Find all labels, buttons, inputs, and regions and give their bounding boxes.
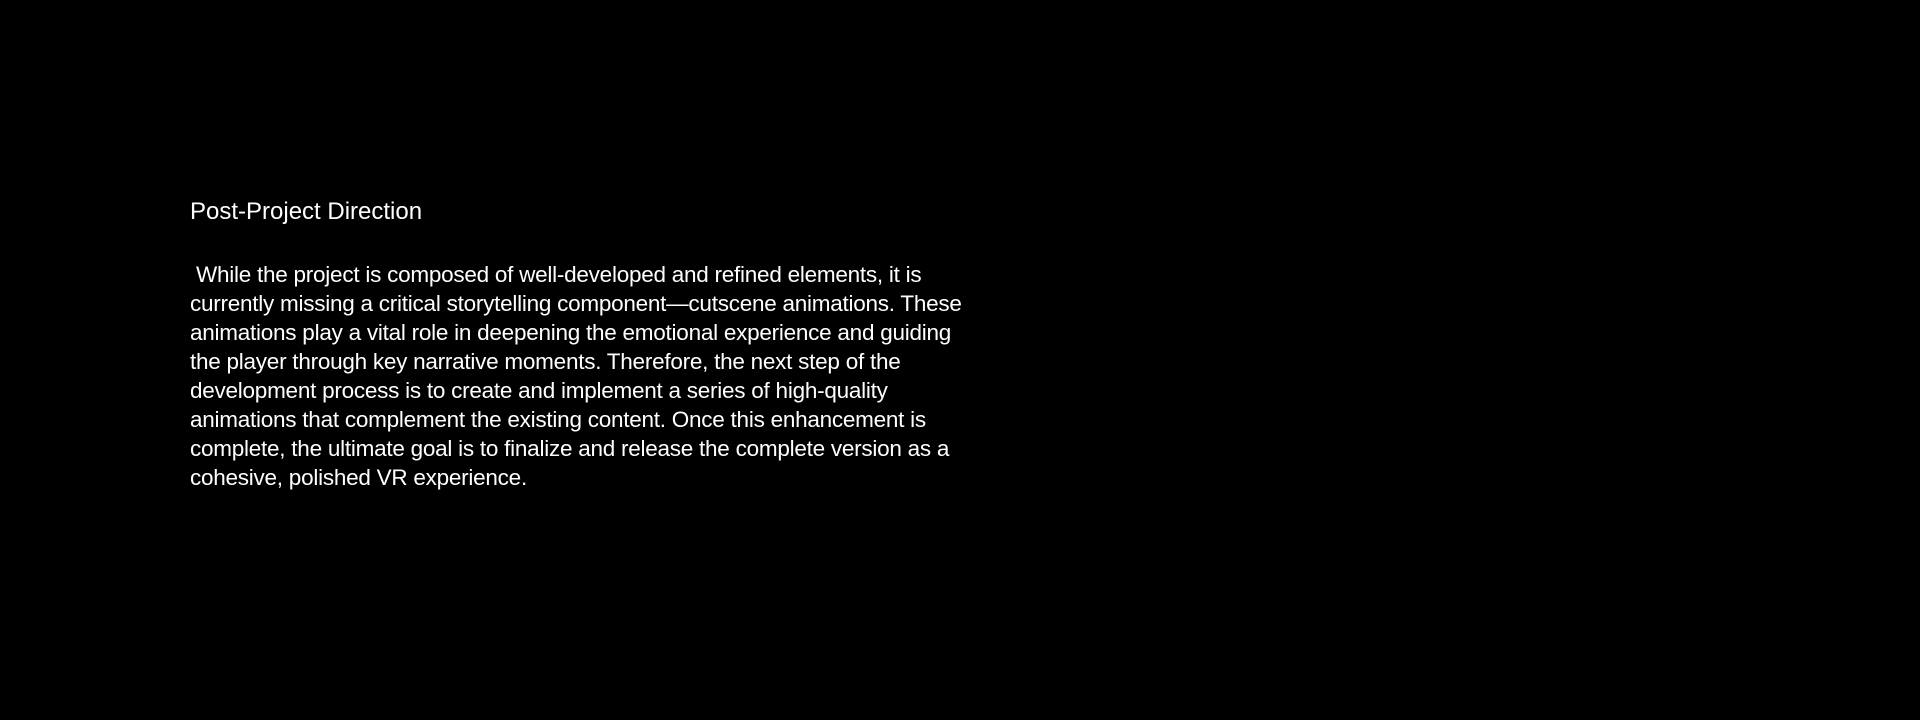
page: Post-Project Direction While the project…: [0, 0, 1920, 720]
post-project-direction-section: Post-Project Direction While the project…: [190, 194, 1070, 492]
section-body-text: While the project is composed of well-de…: [190, 262, 962, 490]
section-heading: Post-Project Direction: [190, 198, 423, 225]
